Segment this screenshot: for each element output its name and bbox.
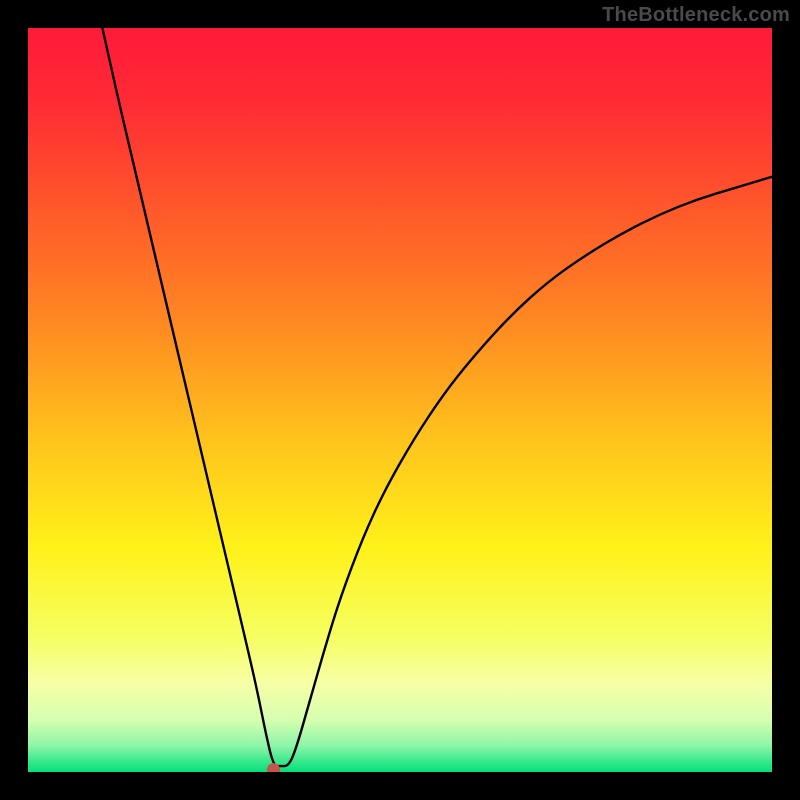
watermark-text: TheBottleneck.com <box>602 4 790 27</box>
gradient-background <box>28 28 772 772</box>
chart-frame: TheBottleneck.com <box>0 0 800 800</box>
plot-area <box>28 28 772 772</box>
chart-svg <box>28 28 772 772</box>
